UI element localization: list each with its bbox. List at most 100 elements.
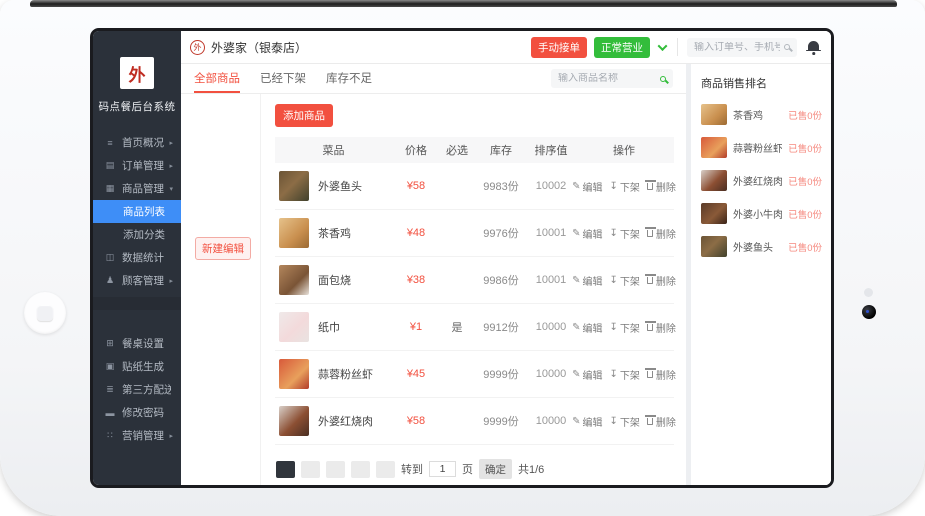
sidebar-item[interactable]: ▣ 贴纸生成 xyxy=(93,355,181,378)
search-icon[interactable] xyxy=(660,76,666,82)
off-shelf-button[interactable]: ↧下架 xyxy=(610,179,640,194)
delete-button[interactable]: 删除 xyxy=(647,320,676,335)
page-button[interactable] xyxy=(351,461,370,478)
ranking-item: 外婆小牛肉 已售0份 xyxy=(701,203,822,224)
edit-button[interactable]: ✎编辑 xyxy=(572,226,602,241)
edit-button[interactable]: ✎编辑 xyxy=(572,179,602,194)
business-status-button[interactable]: 正常营业 xyxy=(594,37,650,58)
table-row: 纸巾 ¥1 是 9912份 10000 ✎编辑 xyxy=(275,304,674,351)
off-shelf-label: 下架 xyxy=(620,179,640,194)
delete-button[interactable]: 删除 xyxy=(647,226,676,241)
ranking-sold-count: 已售0份 xyxy=(788,174,822,188)
dish-name: 外婆鱼头 xyxy=(318,178,362,194)
off-shelf-button[interactable]: ↧下架 xyxy=(610,273,640,288)
dish-sort-value: 10000 xyxy=(528,415,574,427)
page-button[interactable] xyxy=(376,461,395,478)
new-edit-button[interactable]: 新建编辑 xyxy=(195,237,251,260)
tab-label: 全部商品 xyxy=(194,70,240,86)
sidebar-item-label: 商品列表 xyxy=(123,204,171,219)
home-button[interactable] xyxy=(24,292,66,334)
sidebar-item-label: 商品管理 xyxy=(122,181,167,196)
page-total: 共1/6 xyxy=(518,461,544,477)
column-header-price: 价格 xyxy=(392,142,440,158)
sidebar-item-label: 添加分类 xyxy=(123,227,171,242)
edit-button[interactable]: ✎编辑 xyxy=(572,367,602,382)
dish-photo xyxy=(701,170,727,191)
sidebar-item-label: 第三方配送 xyxy=(122,382,171,397)
sidebar-item[interactable]: ≣ 第三方配送 xyxy=(93,378,181,401)
edit-button[interactable]: ✎编辑 xyxy=(572,320,602,335)
category-items xyxy=(195,111,260,211)
off-shelf-button[interactable]: ↧下架 xyxy=(610,320,640,335)
dish-photo xyxy=(279,171,309,201)
sidebar-item[interactable]: ≡ 首页概况 ▸ xyxy=(93,131,181,154)
delete-label: 删除 xyxy=(656,226,676,241)
tab[interactable]: 库存不足 xyxy=(326,64,372,93)
sidebar-item[interactable]: ∷ 营销管理 ▸ xyxy=(93,424,181,447)
down-arrow-icon: ↧ xyxy=(610,228,618,239)
tab-label: 已经下架 xyxy=(260,70,306,86)
edit-icon: ✎ xyxy=(572,181,580,192)
dish-price: ¥58 xyxy=(392,415,440,427)
tab[interactable]: 全部商品 xyxy=(194,64,240,93)
ranking-dish-name: 外婆小牛肉 xyxy=(733,206,782,221)
sidebar-item[interactable]: ▤ 订单管理 ▸ xyxy=(93,154,181,177)
table-row: 茶香鸡 ¥48 9976份 10001 ✎编辑 xyxy=(275,210,674,257)
add-product-button[interactable]: 添加商品 xyxy=(275,104,333,127)
tab[interactable]: 已经下架 xyxy=(260,64,306,93)
orders-icon: ▤ xyxy=(104,160,116,171)
statistics-icon: ◫ xyxy=(104,252,116,263)
dish-photo xyxy=(279,359,309,389)
page-button[interactable] xyxy=(301,461,320,478)
stage: 外 码点餐后台系统 ≡ 首页概况 ▸ ▤ 订单管理 ▸ ▦ 商品管理 xyxy=(0,0,925,516)
product-search-input[interactable] xyxy=(558,73,656,84)
sidebar-item[interactable]: 添加分类 xyxy=(93,223,181,246)
sidebar-item[interactable]: ♟ 顾客管理 ▸ xyxy=(93,269,181,292)
delete-button[interactable]: 删除 xyxy=(647,367,676,382)
search-icon[interactable] xyxy=(784,44,790,50)
dish-photo xyxy=(701,236,727,257)
sidebar-item[interactable]: ◫ 数据统计 xyxy=(93,246,181,269)
edit-icon: ✎ xyxy=(572,275,580,286)
sales-ranking-panel: 商品销售排名 茶香鸡 已售0份 蒜蓉粉丝虾 已售0份 xyxy=(691,64,831,485)
notification-bell-icon[interactable] xyxy=(808,41,819,51)
sidebar-item[interactable]: 商品列表 xyxy=(93,200,181,223)
password-icon: ▬ xyxy=(104,408,116,418)
ranking-item: 外婆红烧肉 已售0份 xyxy=(701,170,822,191)
sidebar-item[interactable]: ▬ 修改密码 xyxy=(93,401,181,424)
dish-name: 外婆红烧肉 xyxy=(318,413,373,429)
product-tabs: 全部商品 已经下架 库存不足 xyxy=(181,64,686,94)
dish-stock: 9999份 xyxy=(474,366,528,382)
sidebar-item[interactable]: ▦ 商品管理 ▾ xyxy=(93,177,181,200)
page-button[interactable] xyxy=(276,461,295,478)
app-logo: 外 xyxy=(120,57,154,89)
sidebar-divider xyxy=(93,297,181,310)
trash-icon xyxy=(647,277,653,284)
dish-stock: 9912份 xyxy=(474,319,528,335)
edit-button[interactable]: ✎编辑 xyxy=(572,273,602,288)
edit-button[interactable]: ✎编辑 xyxy=(572,414,602,429)
chevron-down-icon[interactable] xyxy=(658,41,668,51)
delete-button[interactable]: 删除 xyxy=(647,273,676,288)
sidebar-item-label: 数据统计 xyxy=(122,250,171,265)
chevron-right-icon: ▸ xyxy=(169,432,173,440)
order-search-input[interactable] xyxy=(694,42,780,53)
main-column: 外 外婆家（银泰店） 手动接单 正常营业 xyxy=(181,31,831,485)
sidebar-item[interactable]: ⊞ 餐桌设置 xyxy=(93,332,181,355)
goto-page-input[interactable] xyxy=(429,461,456,477)
manual-order-button[interactable]: 手动接单 xyxy=(531,37,587,58)
delete-button[interactable]: 删除 xyxy=(647,414,676,429)
sidebar-menu-primary: ≡ 首页概况 ▸ ▤ 订单管理 ▸ ▦ 商品管理 ▾ 商品列表 xyxy=(93,131,181,292)
page-button[interactable] xyxy=(326,461,345,478)
off-shelf-button[interactable]: ↧下架 xyxy=(610,226,640,241)
trash-icon xyxy=(647,324,653,331)
order-search xyxy=(687,38,797,57)
delete-label: 删除 xyxy=(656,179,676,194)
delete-button[interactable]: 删除 xyxy=(647,179,676,194)
off-shelf-button[interactable]: ↧下架 xyxy=(610,367,640,382)
divider xyxy=(677,38,678,56)
confirm-button[interactable]: 确定 xyxy=(479,459,512,479)
ranking-dish-name: 外婆红烧肉 xyxy=(733,173,782,188)
main-content: 全部商品 已经下架 库存不足 xyxy=(181,64,686,485)
off-shelf-button[interactable]: ↧下架 xyxy=(610,414,640,429)
